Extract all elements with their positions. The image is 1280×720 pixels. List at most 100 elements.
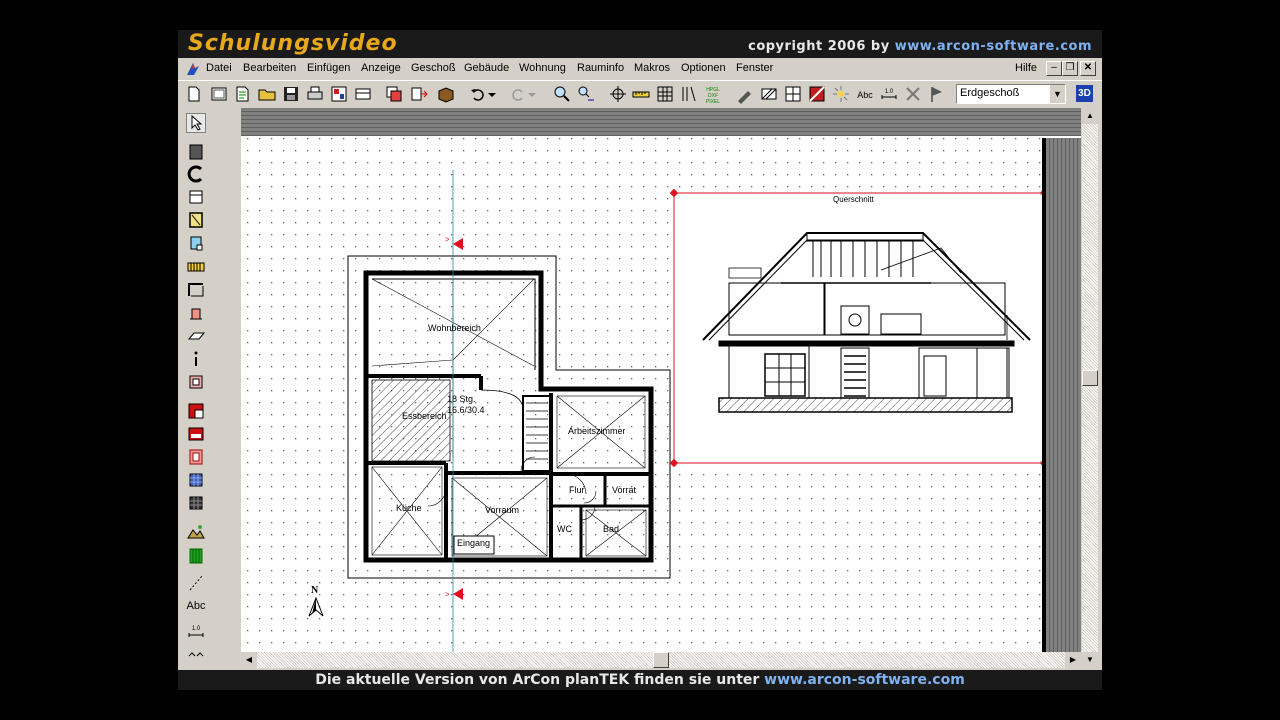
scroll-down-icon[interactable]: ▼ [1082,652,1098,668]
menu-bar: Datei Bearbeiten Einfügen Anzeige Gescho… [178,58,1102,80]
view-3d-button[interactable]: 3D [1076,85,1093,102]
round-wall-icon[interactable] [186,164,206,184]
left-toolbar: Abc 1.0 [178,108,216,668]
menu-rauminfo[interactable]: Rauminfo [577,62,624,74]
text-tool-button[interactable]: Abc [186,596,206,616]
minimize-icon[interactable]: – [1046,61,1062,76]
scroll-left-icon[interactable]: ◀ [241,652,257,668]
scroll-up-icon[interactable]: ▲ [1082,108,1098,124]
close-icon[interactable]: ✕ [1080,61,1096,76]
menu-wohnung[interactable]: Wohnung [519,62,566,74]
menu-optionen[interactable]: Optionen [681,62,726,74]
grid-icon[interactable] [655,84,675,104]
pattern-tool-icon[interactable] [186,493,206,513]
door-tool-icon[interactable] [186,187,206,207]
room-tool-icon[interactable] [186,372,206,392]
texture-tool-icon[interactable] [186,470,206,490]
save-icon[interactable] [281,84,301,104]
footer-text: Die aktuelle Version von ArCon planTEK f… [315,672,760,688]
restore-icon[interactable]: ❐ [1062,61,1078,76]
room-label-eingang: Eingang [457,538,491,548]
slab-tool-icon[interactable] [186,326,206,346]
copy-icon[interactable] [384,84,404,104]
menu-geschoss[interactable]: Geschoß [411,62,456,74]
horizontal-scroll-thumb[interactable] [653,652,669,668]
fill-tool-icon[interactable] [807,84,827,104]
column-tool-icon[interactable] [186,233,206,253]
wall-tool-icon[interactable] [186,142,206,162]
redo-icon[interactable] [508,84,528,104]
roof-tool-icon[interactable] [186,280,206,300]
pen-tool-icon[interactable] [735,84,755,104]
layout-icon[interactable] [353,84,373,104]
menu-gebaeude[interactable]: Gebäude [464,62,509,74]
stairs-tool-icon[interactable] [186,257,206,277]
app-window: Schulungsvideo copyright 2006 by www.arc… [178,30,1102,690]
box-icon[interactable] [436,84,456,104]
undo-icon[interactable] [468,84,488,104]
video-banner: Schulungsvideo copyright 2006 by www.arc… [178,30,1102,58]
video-footer: Die aktuelle Version von ArCon planTEK f… [178,670,1102,690]
room-label-flur: Flur [569,485,585,495]
banner-copyright: copyright 2006 by www.arcon-software.com [748,39,1092,54]
dimension-icon[interactable]: 1.0 [879,84,899,104]
redo-dropdown-icon[interactable] [526,84,538,104]
terrain-tool-icon[interactable] [186,522,206,542]
print-preview-icon[interactable] [329,84,349,104]
new-project-icon[interactable] [209,84,229,104]
measure-icon[interactable] [631,84,651,104]
flag-icon[interactable] [927,84,947,104]
open-plan-icon[interactable] [233,84,253,104]
window-tool-icon[interactable] [783,84,803,104]
hpgl-dxf-icon[interactable]: HPGLDXFPIXEL [703,84,723,104]
vertical-scrollbar[interactable]: ▲ ▼ [1082,108,1098,668]
section-title: Querschnitt [833,195,874,204]
menu-fenster[interactable]: Fenster [736,62,773,74]
window-tool-left-icon[interactable] [186,210,206,230]
svg-text:1.0: 1.0 [885,89,894,95]
line-tool-icon[interactable] [186,573,206,593]
undo-dropdown-icon[interactable] [486,84,498,104]
dormer-tool-icon[interactable] [186,303,206,323]
zoom-icon[interactable] [552,84,572,104]
crosshair-icon[interactable] [608,84,628,104]
banner-copyright-text: copyright 2006 by [748,39,890,54]
light-icon[interactable] [831,84,851,104]
info-tool-icon[interactable] [186,349,206,369]
section-marker-bottom-label: > [445,590,450,599]
hatch-icon[interactable] [759,84,779,104]
top-ruler [241,108,1081,136]
chevron-down-icon[interactable]: ▼ [1050,85,1065,103]
menu-anzeige[interactable]: Anzeige [361,62,401,74]
scroll-right-icon[interactable]: ▶ [1065,652,1081,668]
plants-tool-icon[interactable] [186,546,206,566]
furniture-tool-icon[interactable] [186,424,206,444]
arcon-app-icon[interactable] [184,60,202,78]
menu-bearbeiten[interactable]: Bearbeiten [243,62,296,74]
room-label-essbereich: Essbereich [402,411,447,421]
more-tools-icon[interactable] [186,644,206,664]
floor-select[interactable]: Erdgeschoß ▼ [956,84,1066,104]
zoom-area-icon[interactable] [576,84,596,104]
red-block-icon[interactable] [186,401,206,421]
room-label-wc: WC [557,524,572,534]
menu-datei[interactable]: Datei [206,62,232,74]
room-label-arbeitszimmer: Arbeitszimmer [568,426,626,436]
menu-einfuegen[interactable]: Einfügen [307,62,350,74]
open-folder-icon[interactable] [257,84,277,104]
text-tool-icon[interactable]: Abc [855,84,875,104]
select-arrow-icon[interactable] [186,113,206,133]
dimension-tool-icon[interactable]: 1.0 [186,622,206,642]
vertical-scroll-thumb[interactable] [1082,370,1098,386]
print-icon[interactable] [305,84,325,104]
move-icon[interactable] [409,84,429,104]
menu-makros[interactable]: Makros [634,62,670,74]
tools-icon[interactable] [903,84,923,104]
banner-url: www.arcon-software.com [894,39,1092,54]
horizontal-scrollbar[interactable]: ◀ ▶ [241,652,1081,668]
drawing-canvas[interactable]: > > Wohnbereich Essbereich 18 Stg. 16.6/… [241,108,1081,656]
menu-hilfe[interactable]: Hilfe [1015,62,1037,74]
new-document-icon[interactable] [184,84,204,104]
object-tool-icon[interactable] [186,447,206,467]
snap-icon[interactable] [679,84,699,104]
